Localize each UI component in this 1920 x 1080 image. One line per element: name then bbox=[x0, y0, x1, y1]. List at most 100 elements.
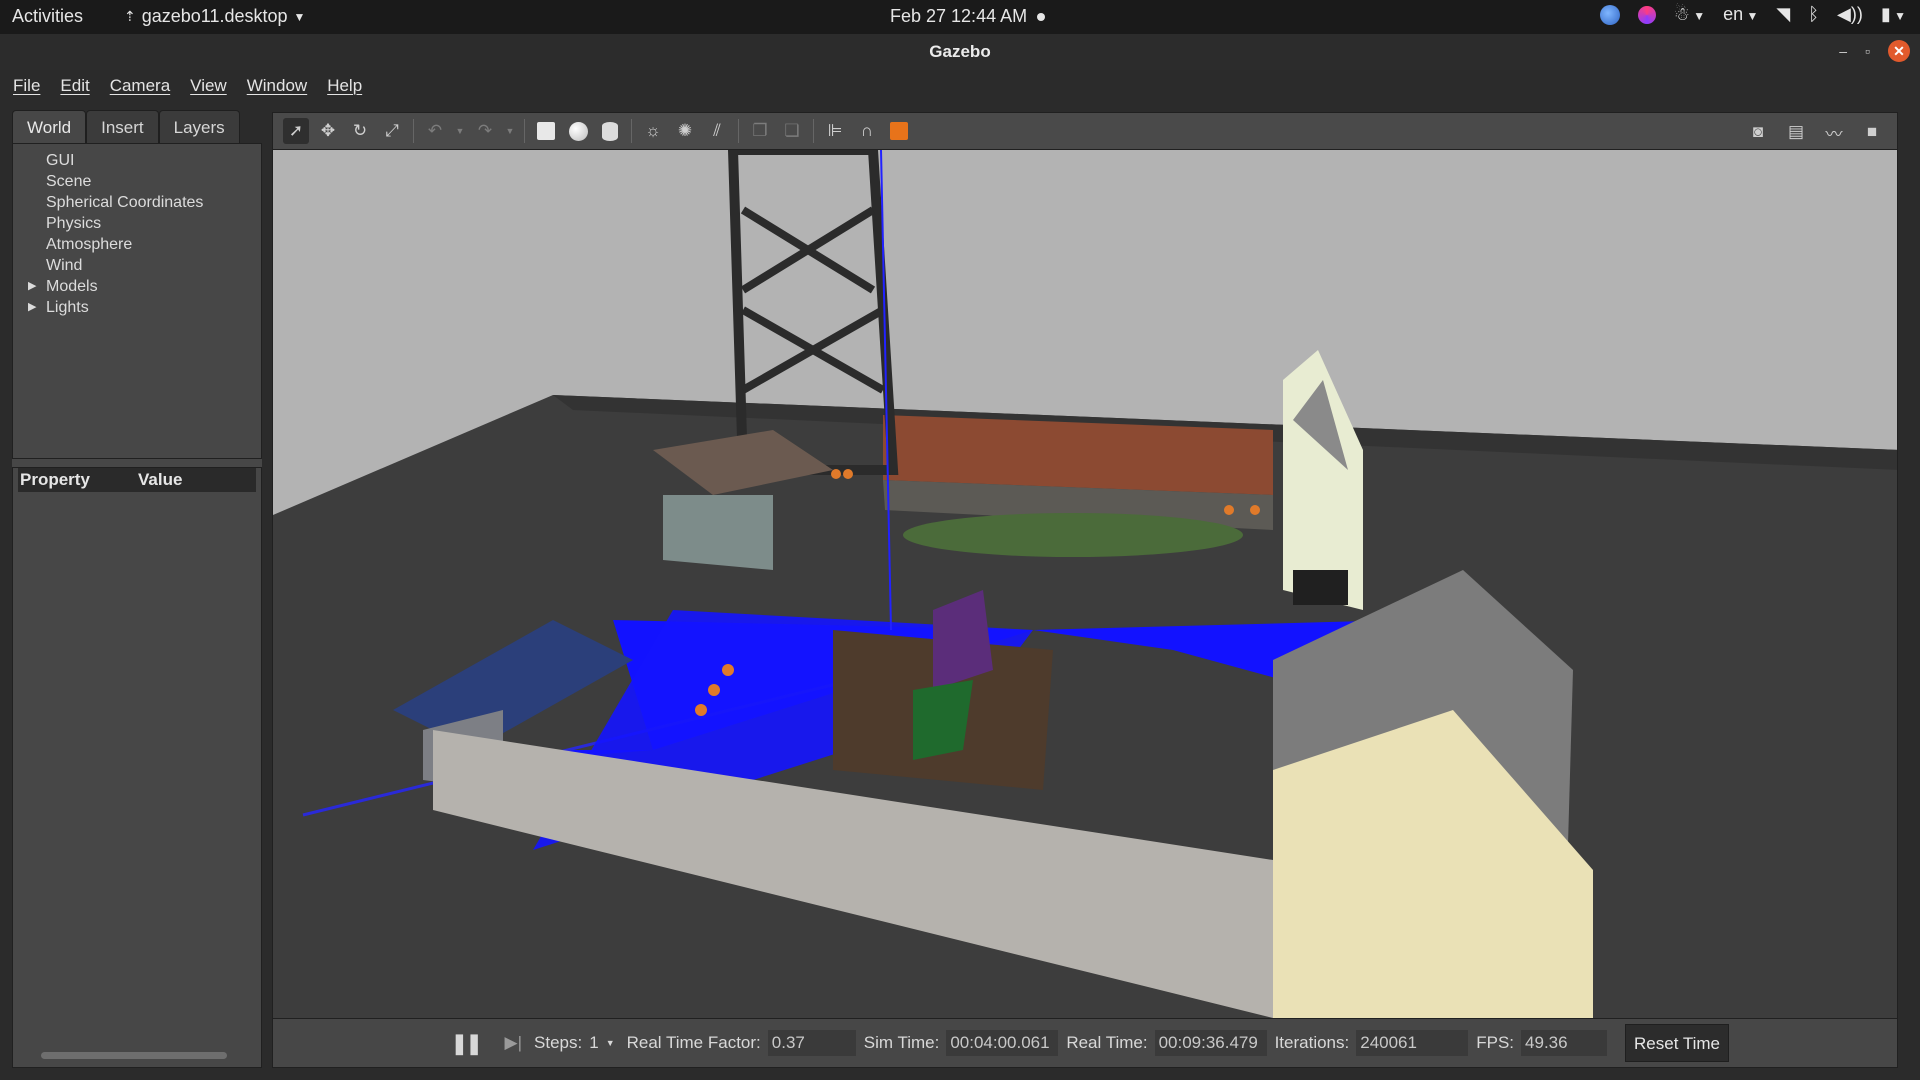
redo-icon[interactable]: ↷ bbox=[472, 118, 498, 144]
color-picker-icon[interactable] bbox=[1637, 5, 1656, 24]
bluetooth-icon[interactable]: ᛒ bbox=[1808, 4, 1819, 25]
tree-item-scene[interactable]: Scene bbox=[13, 171, 261, 192]
expand-arrow-icon[interactable]: ▶ bbox=[28, 297, 36, 318]
sim-time-value: 00:04:00.061 bbox=[946, 1030, 1059, 1056]
volume-icon[interactable]: ◀)) bbox=[1837, 4, 1863, 25]
wifi-icon[interactable]: ◥ bbox=[1776, 4, 1790, 25]
car bbox=[1293, 570, 1348, 605]
traffic-cone bbox=[695, 704, 707, 716]
window-titlebar[interactable]: Gazebo – ▫ ✕ bbox=[0, 34, 1920, 70]
chevron-down-icon[interactable]: ▼ bbox=[504, 118, 516, 144]
maximize-icon[interactable]: ▫ bbox=[1865, 43, 1870, 59]
battery-icon[interactable]: ▮ ▼ bbox=[1881, 4, 1906, 25]
chevron-down-icon: ▼ bbox=[1743, 9, 1759, 23]
paste-icon[interactable]: ❏ bbox=[779, 118, 805, 144]
translate-icon[interactable]: ✥ bbox=[315, 118, 341, 144]
traffic-cone bbox=[831, 469, 841, 479]
snap-icon[interactable]: ∩ bbox=[854, 118, 880, 144]
scale-icon[interactable]: ⤢ bbox=[379, 118, 405, 144]
chevron-down-icon[interactable]: ▼ bbox=[454, 118, 466, 144]
record-icon[interactable]: ■ bbox=[1859, 119, 1885, 145]
tree-item-wind[interactable]: Wind bbox=[13, 255, 261, 276]
accessibility-icon[interactable]: ☃ ▼ bbox=[1674, 4, 1705, 25]
menu-file[interactable]: File bbox=[13, 76, 40, 96]
box-icon[interactable] bbox=[533, 118, 559, 144]
fps-value: 49.36 bbox=[1521, 1030, 1608, 1056]
toolbar-separator bbox=[524, 119, 525, 143]
system-tray: ☃ ▼ en ▼ ◥ ᛒ ◀)) ▮ ▼ bbox=[1599, 4, 1906, 25]
menu-bar: File Edit Camera View Window Help bbox=[0, 70, 1920, 102]
3d-viewport[interactable] bbox=[272, 150, 1898, 1018]
iterations-value: 240061 bbox=[1356, 1030, 1469, 1056]
toolbar-separator bbox=[413, 119, 414, 143]
fps-label: FPS: bbox=[1476, 1033, 1515, 1052]
reset-time-button[interactable]: Reset Time bbox=[1625, 1024, 1730, 1062]
tab-insert[interactable]: Insert bbox=[86, 110, 159, 143]
select-icon[interactable]: ➚ bbox=[283, 118, 309, 144]
value-column-header: Value bbox=[138, 470, 183, 489]
tree-item-label: Lights bbox=[46, 299, 89, 316]
point-light-icon[interactable]: ☼ bbox=[640, 118, 666, 144]
view-angle-icon[interactable] bbox=[886, 118, 912, 144]
traffic-cone bbox=[843, 469, 853, 479]
scene-render bbox=[273, 150, 1897, 1018]
real-time-factor-label: Real Time Factor: bbox=[626, 1033, 761, 1052]
tab-world[interactable]: World bbox=[12, 110, 87, 143]
traffic-cone bbox=[1250, 505, 1260, 515]
sphere-icon[interactable] bbox=[565, 118, 591, 144]
toolbar-separator bbox=[738, 119, 739, 143]
align-icon[interactable]: ⊫ bbox=[822, 118, 848, 144]
spot-light-icon[interactable]: ✺ bbox=[672, 118, 698, 144]
app-menu[interactable]: ⇡ gazebo11.desktop ▼ bbox=[124, 6, 305, 27]
language-selector[interactable]: en ▼ bbox=[1723, 4, 1758, 25]
traffic-cone bbox=[722, 664, 734, 676]
main-toolbar: ➚ ✥ ↻ ⤢ ↶ ▼ ↷ ▼ ☼ ✺ ⫽ ❐ ❏ ⊫ ∩ ◙ ▤ 〰 ■ bbox=[272, 112, 1898, 150]
expand-arrow-icon[interactable]: ▶ bbox=[28, 276, 36, 297]
traffic-cone bbox=[1224, 505, 1234, 515]
menu-view[interactable]: View bbox=[190, 76, 227, 96]
app-icon: ⇡ bbox=[124, 8, 136, 24]
plot-icon[interactable]: 〰 bbox=[1821, 119, 1847, 145]
tree-item-physics[interactable]: Physics bbox=[13, 213, 261, 234]
chevron-down-icon: ▼ bbox=[293, 9, 306, 24]
rotate-icon[interactable]: ↻ bbox=[347, 118, 373, 144]
traffic-cone bbox=[708, 684, 720, 696]
activities-button[interactable]: Activities bbox=[12, 6, 83, 27]
property-panel: Property Value bbox=[12, 467, 262, 1068]
property-table-header: Property Value bbox=[18, 468, 256, 492]
menu-camera[interactable]: Camera bbox=[110, 76, 170, 96]
clock-label: Feb 27 12:44 AM bbox=[890, 6, 1028, 26]
directional-light-icon[interactable]: ⫽ bbox=[704, 118, 730, 144]
real-time-factor-value: 0.37 bbox=[767, 1030, 856, 1056]
pause-icon[interactable]: ❚❚ bbox=[451, 1031, 482, 1056]
tree-item-models[interactable]: ▶ Models bbox=[13, 276, 261, 297]
log-icon[interactable]: ▤ bbox=[1783, 119, 1809, 145]
menu-edit[interactable]: Edit bbox=[60, 76, 89, 96]
steps-value[interactable]: 1 bbox=[589, 1033, 598, 1053]
close-icon[interactable]: ✕ bbox=[1888, 40, 1910, 62]
tree-item-label: Models bbox=[46, 278, 98, 295]
real-time-value: 00:09:36.479 bbox=[1154, 1030, 1267, 1056]
clock[interactable]: Feb 27 12:44 AM bbox=[890, 6, 1046, 27]
copy-icon[interactable]: ❐ bbox=[747, 118, 773, 144]
tree-item-lights[interactable]: ▶ Lights bbox=[13, 297, 261, 318]
left-panel: World Insert Layers GUI Scene Spherical … bbox=[12, 110, 262, 1068]
menu-help[interactable]: Help bbox=[327, 76, 362, 96]
screenshot-icon[interactable]: ◙ bbox=[1745, 119, 1771, 145]
browser-icon[interactable] bbox=[1599, 4, 1620, 25]
simulation-status-bar: ❚❚ ▶| Steps: 1 ▼ Real Time Factor: 0.37 … bbox=[272, 1018, 1898, 1068]
tree-item-spherical-coordinates[interactable]: Spherical Coordinates bbox=[13, 192, 261, 213]
tree-item-gui[interactable]: GUI bbox=[13, 150, 261, 171]
step-icon[interactable]: ▶| bbox=[505, 1033, 523, 1053]
menu-window[interactable]: Window bbox=[247, 76, 307, 96]
tab-layers[interactable]: Layers bbox=[158, 110, 240, 143]
cylinder-icon[interactable] bbox=[597, 118, 623, 144]
undo-icon[interactable]: ↶ bbox=[422, 118, 448, 144]
horizontal-scrollbar[interactable] bbox=[41, 1052, 227, 1059]
system-top-bar: Activities ⇡ gazebo11.desktop ▼ Feb 27 1… bbox=[0, 0, 1920, 34]
minimize-icon[interactable]: – bbox=[1839, 43, 1847, 59]
notification-dot-icon bbox=[1037, 12, 1046, 21]
chevron-down-icon[interactable]: ▼ bbox=[606, 1038, 615, 1048]
tree-item-atmosphere[interactable]: Atmosphere bbox=[13, 234, 261, 255]
panel-splitter[interactable] bbox=[12, 459, 262, 467]
